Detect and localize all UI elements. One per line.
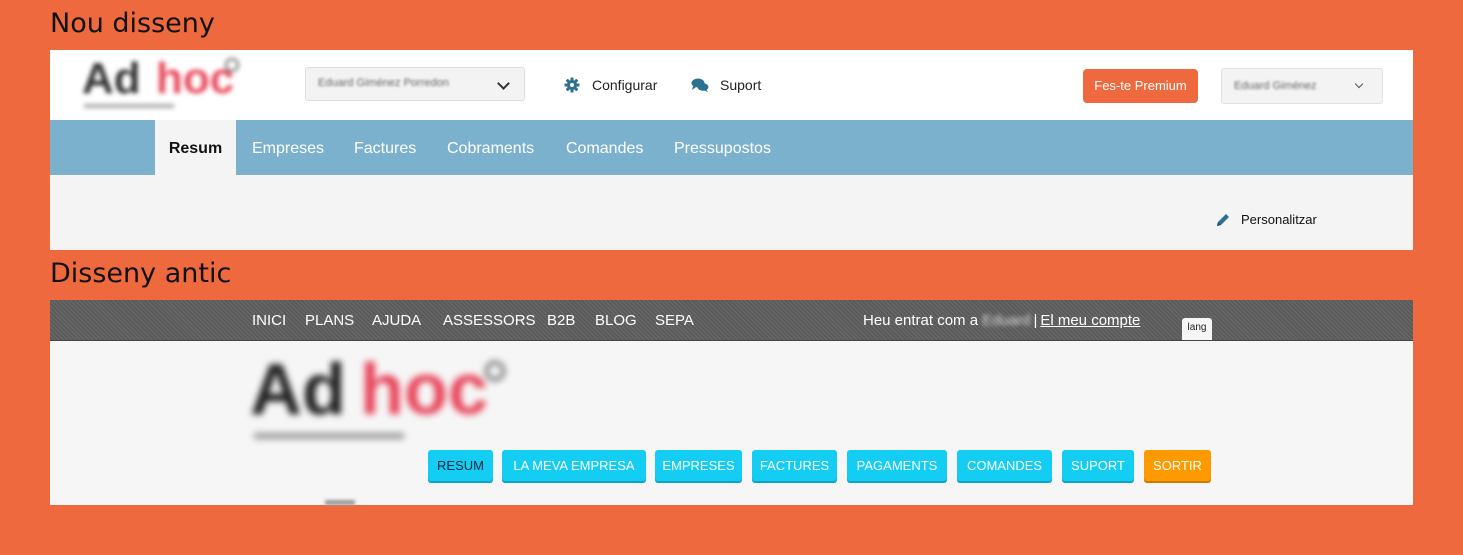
company-select[interactable]: Eduard Giménez Porredon	[305, 67, 525, 101]
old-top-bar: INICI PLANS AJUDA ASSESSORS B2B BLOG SEP…	[50, 300, 1413, 341]
new-design-title: Nou disseny	[50, 8, 215, 39]
logo-subtitle	[254, 433, 404, 439]
my-account-link[interactable]: El meu compte	[1040, 312, 1140, 329]
registered-icon	[485, 361, 505, 381]
old-design-panel: INICI PLANS AJUDA ASSESSORS B2B BLOG SEP…	[50, 300, 1413, 505]
old-btn-la-meva-empresa[interactable]: LA MEVA EMPRESA	[502, 450, 646, 481]
pencil-icon	[1217, 214, 1229, 226]
chat-bubbles-icon	[691, 78, 709, 92]
new-design-panel: Ad hoc Eduard Giménez Porredon Configura…	[50, 50, 1413, 250]
main-nav: Resum Empreses Factures Cobraments Coman…	[50, 120, 1413, 175]
nav-tab-comandes[interactable]: Comandes	[566, 120, 643, 175]
configurar-label: Configurar	[592, 77, 658, 93]
company-select-value: Eduard Giménez Porredon	[318, 77, 449, 89]
old-link-inici[interactable]: INICI	[252, 312, 286, 329]
old-link-blog[interactable]: BLOG	[595, 312, 637, 329]
blurred-content	[325, 500, 355, 505]
nav-tab-factures[interactable]: Factures	[354, 120, 416, 175]
chevron-down-icon	[1354, 79, 1364, 89]
lang-tab[interactable]: lang	[1182, 318, 1212, 340]
nav-tab-cobraments[interactable]: Cobraments	[447, 120, 534, 175]
old-btn-sortir[interactable]: SORTIR	[1144, 450, 1211, 481]
old-link-ajuda[interactable]: AJUDA	[372, 312, 421, 329]
logo-text-ad: Ad	[250, 350, 346, 430]
registered-icon	[225, 58, 239, 72]
adhoc-logo-old[interactable]: Ad hoc	[250, 350, 520, 448]
account-info: Heu entrat com a Eduard | El meu compte	[863, 312, 1140, 329]
logo-text-ad: Ad	[82, 54, 141, 103]
chevron-down-icon	[497, 77, 510, 90]
user-select-value: Eduard Giménez	[1234, 80, 1317, 92]
new-header: Ad hoc Eduard Giménez Porredon Configura…	[50, 50, 1413, 120]
old-btn-comandes[interactable]: COMANDES	[957, 450, 1052, 481]
nav-tab-resum[interactable]: Resum	[155, 120, 236, 175]
old-btn-resum[interactable]: RESUM	[428, 450, 493, 481]
account-separator: |	[1033, 312, 1038, 329]
premium-button[interactable]: Fes-te Premium	[1083, 69, 1198, 103]
account-prefix: Heu entrat com a	[863, 312, 979, 329]
old-btn-suport[interactable]: SUPORT	[1062, 450, 1134, 481]
gear-icon	[564, 77, 580, 93]
user-select[interactable]: Eduard Giménez	[1221, 68, 1383, 104]
old-btn-factures[interactable]: FACTURES	[752, 450, 837, 481]
logo-text-hoc: hoc	[360, 350, 489, 430]
nav-tab-empreses[interactable]: Empreses	[252, 120, 324, 175]
personalitzar-label: Personalitzar	[1241, 212, 1317, 227]
old-link-plans[interactable]: PLANS	[305, 312, 354, 329]
old-btn-pagaments[interactable]: PAGAMENTS	[847, 450, 947, 481]
logo-text-hoc: hoc	[156, 54, 235, 103]
suport-label: Suport	[720, 77, 762, 93]
old-link-b2b[interactable]: B2B	[547, 312, 575, 329]
old-link-sepa[interactable]: SEPA	[655, 312, 694, 329]
account-user: Eduard	[982, 312, 1031, 329]
adhoc-logo[interactable]: Ad hoc	[80, 54, 240, 114]
logo-subtitle	[84, 104, 174, 108]
old-btn-empreses[interactable]: EMPRESES	[655, 450, 742, 481]
old-design-title: Disseny antic	[50, 258, 232, 289]
nav-tab-pressupostos[interactable]: Pressupostos	[674, 120, 771, 175]
old-link-assessors[interactable]: ASSESSORS	[443, 312, 536, 329]
